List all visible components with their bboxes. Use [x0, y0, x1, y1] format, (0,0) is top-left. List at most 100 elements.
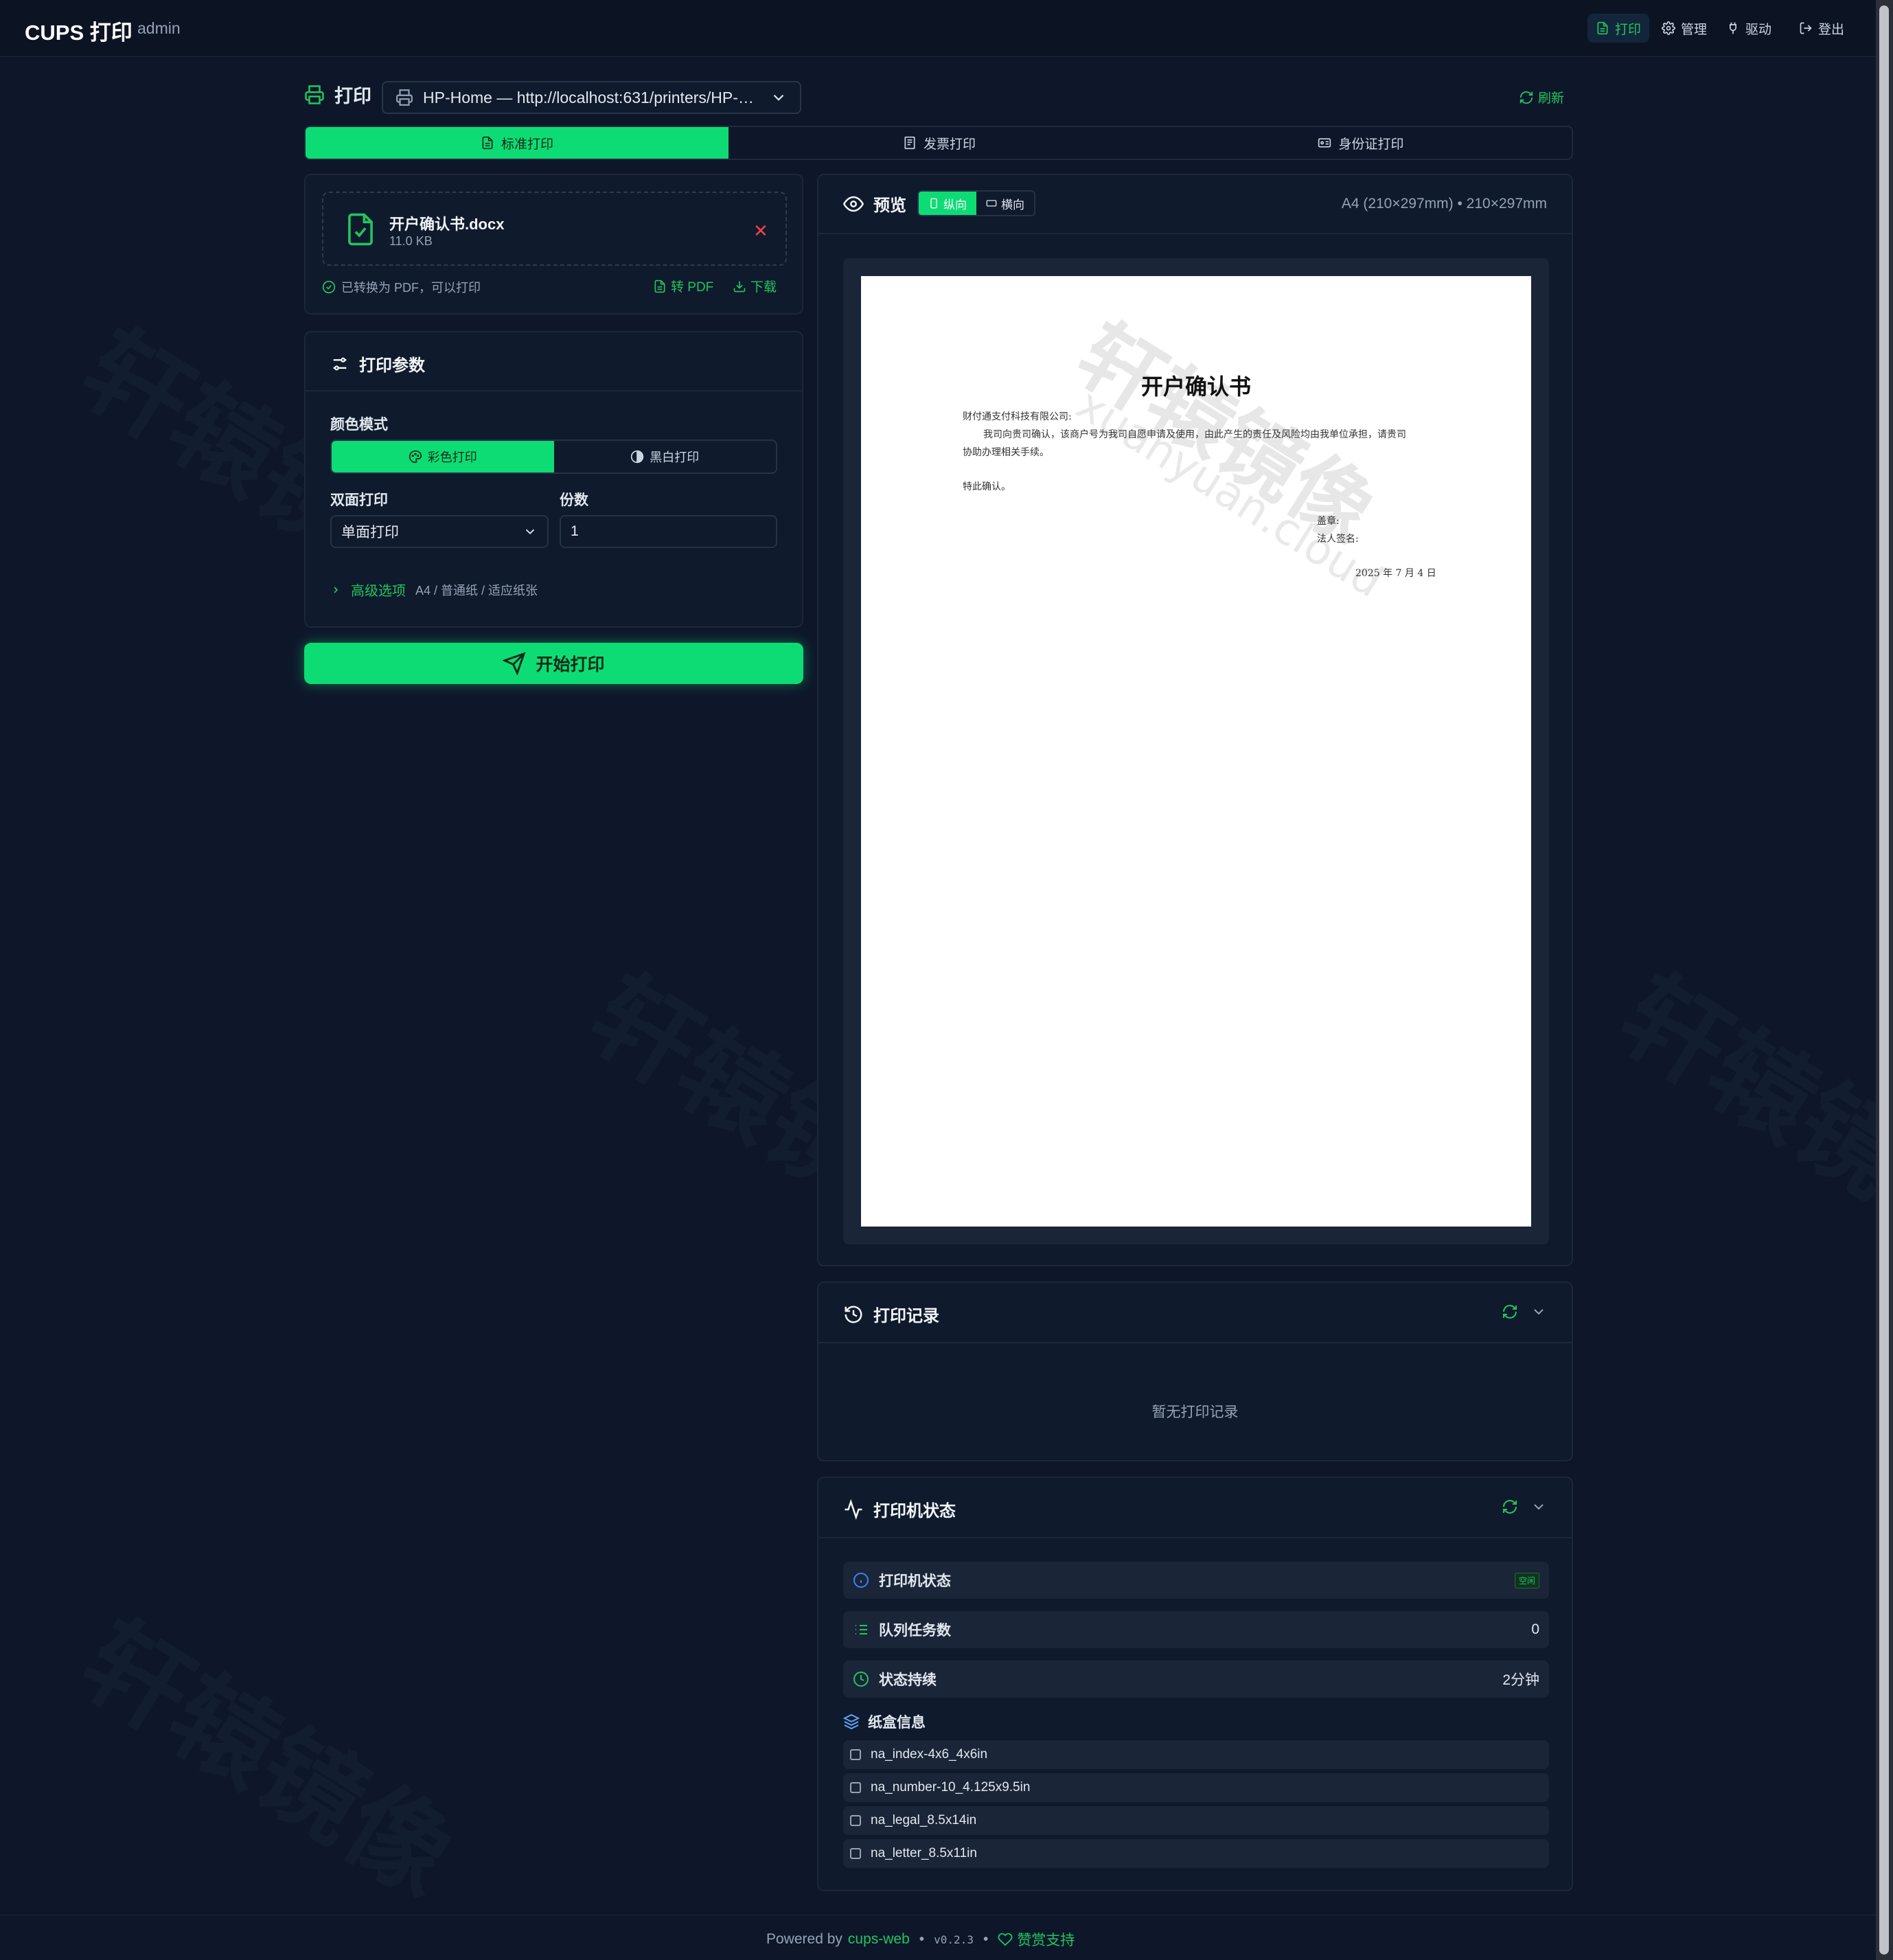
status-row-duration: 状态持续 2分钟: [843, 1661, 1549, 1698]
bw-print-label: 黑白打印: [650, 451, 700, 464]
refresh-icon[interactable]: [1502, 1499, 1518, 1515]
tab-standard-print[interactable]: 标准打印: [306, 127, 728, 159]
nav-print-label: 打印: [1615, 22, 1642, 37]
list-icon: [853, 1621, 869, 1638]
duplex-label: 双面打印: [330, 492, 388, 508]
refresh-button[interactable]: 刷新: [1519, 88, 1564, 106]
version-text: v0.2.3: [934, 1933, 974, 1946]
printer-select-value: HP-Home — http://localhost:631/printers/…: [423, 88, 760, 106]
duplex-select[interactable]: 单面打印: [330, 515, 549, 548]
printer-select[interactable]: HP-Home — http://localhost:631/printers/…: [382, 81, 801, 114]
send-icon: [503, 652, 526, 675]
preview-frame: 轩辕镜像 xuanyuan.cloud 开户确认书 财付通支付科技有限公司: 我…: [843, 258, 1549, 1244]
file-status: 已转换为 PDF，可以打印: [322, 278, 481, 296]
chevron-down-icon: [770, 89, 788, 106]
divider: [818, 1342, 1572, 1343]
chevron-down-icon[interactable]: [1530, 1499, 1547, 1515]
file-dropzone[interactable]: 开户确认书.docx 11.0 KB ✕: [322, 192, 787, 266]
remove-file-button[interactable]: ✕: [753, 220, 768, 242]
copies-input[interactable]: 1: [560, 515, 777, 548]
support-link[interactable]: 赞赏支持: [1017, 1929, 1075, 1950]
scrollbar-thumb[interactable]: [1879, 5, 1889, 1955]
portrait-option[interactable]: 纵向: [919, 192, 976, 215]
trays-title: 纸盒信息: [868, 1715, 926, 1731]
print-title: 打印: [334, 86, 371, 106]
layers-icon: [843, 1713, 860, 1730]
palette-icon: [409, 450, 422, 464]
tab-invoice-print[interactable]: 发票打印: [728, 127, 1150, 159]
gear-icon: [1662, 21, 1675, 35]
activity-icon: [843, 1499, 864, 1520]
document-line: 协助办理相关手续。: [963, 447, 1049, 458]
params-header: 打印参数: [330, 352, 425, 376]
tray-name: na_letter_8.5x11in: [871, 1846, 977, 1860]
nav-driver[interactable]: 驱动: [1718, 14, 1780, 43]
chevron-down-icon[interactable]: [1530, 1303, 1547, 1320]
tray-item: na_letter_8.5x11in: [843, 1839, 1549, 1868]
footer: Powered by cups-web • v0.2.3 • 赞赏支持: [766, 1929, 1075, 1950]
file-check-icon: [345, 212, 376, 247]
document-seal: 盖章:: [1317, 516, 1340, 527]
printer-icon: [304, 84, 325, 105]
start-print-button[interactable]: 开始打印: [304, 643, 803, 684]
cups-web-link[interactable]: cups-web: [848, 1931, 910, 1948]
contrast-icon: [630, 450, 644, 464]
tab-label: 标准打印: [501, 137, 553, 152]
logout-button[interactable]: 登出: [1791, 14, 1852, 43]
refresh-label: 刷新: [1538, 91, 1565, 106]
tab-idcard-print[interactable]: 身份证打印: [1150, 127, 1572, 159]
tab-label: 发票打印: [923, 137, 976, 152]
history-header: 打印记录: [843, 1302, 939, 1326]
landscape-option[interactable]: 横向: [976, 192, 1034, 215]
to-pdf-button[interactable]: 转 PDF: [653, 277, 713, 295]
status-row-label: 状态持续: [879, 1672, 937, 1688]
clock-icon: [853, 1671, 869, 1687]
background-watermark: 轩辕镜像: [1596, 934, 1893, 1279]
document-line: 财付通支付科技有限公司:: [963, 411, 1072, 422]
portrait-label: 纵向: [943, 198, 967, 212]
status-row-queue: 队列任务数 0: [843, 1611, 1549, 1648]
landscape-label: 横向: [1001, 198, 1024, 212]
file-size: 11.0 KB: [389, 234, 433, 248]
refresh-icon[interactable]: [1502, 1303, 1518, 1320]
status-tools: [1502, 1499, 1547, 1515]
tray-name: na_legal_8.5x14in: [871, 1813, 977, 1827]
color-print-option[interactable]: 彩色打印: [332, 441, 554, 472]
status-row-state: 打印机状态 空闲: [843, 1562, 1549, 1599]
status-row-value: 2分钟: [1502, 1672, 1539, 1688]
print-params-card: 打印参数 颜色模式 彩色打印 黑白打印 双面打印 单面打印 份数 1 高级选项 …: [304, 331, 803, 628]
separator-dot: •: [983, 1931, 989, 1947]
download-label: 下载: [750, 280, 777, 295]
logout-label: 登出: [1818, 22, 1845, 37]
history-tools: [1502, 1303, 1547, 1320]
file-icon: [481, 136, 494, 150]
tray-name: na_number-10_4.125x9.5in: [871, 1780, 1031, 1794]
eye-icon: [843, 194, 864, 214]
scrollbar[interactable]: [1876, 0, 1893, 1960]
tray-checkbox: [850, 1815, 861, 1826]
status-row-label: 队列任务数: [879, 1623, 951, 1639]
advanced-options-summary: A4 / 普通纸 / 适应纸张: [415, 583, 538, 597]
nav-manage-label: 管理: [1681, 22, 1708, 37]
status-row-value: 0: [1531, 1621, 1539, 1637]
bw-print-option[interactable]: 黑白打印: [554, 441, 777, 472]
nav-print[interactable]: 打印: [1587, 14, 1650, 43]
sliders-icon: [330, 354, 349, 374]
advanced-options-toggle[interactable]: 高级选项 A4 / 普通纸 / 适应纸张: [330, 580, 538, 600]
download-icon: [733, 280, 746, 293]
print-mode-tabs: 标准打印 发票打印 身份证打印: [304, 126, 1573, 160]
divider: [818, 1537, 1572, 1538]
preview-title: 预览: [873, 196, 906, 215]
duplex-select-value: 单面打印: [341, 525, 399, 540]
info-icon: [853, 1572, 869, 1588]
tray-checkbox: [850, 1782, 861, 1793]
copies-value: 1: [571, 523, 579, 539]
tray-item: na_number-10_4.125x9.5in: [843, 1773, 1549, 1802]
plugin-icon: [1726, 21, 1740, 35]
nav-manage[interactable]: 管理: [1653, 14, 1715, 43]
download-button[interactable]: 下载: [733, 277, 777, 295]
color-mode-label: 颜色模式: [330, 417, 388, 433]
preview-header: 预览: [843, 192, 906, 216]
landscape-icon: [986, 198, 997, 209]
document-signature: 法人签名:: [1317, 534, 1359, 545]
